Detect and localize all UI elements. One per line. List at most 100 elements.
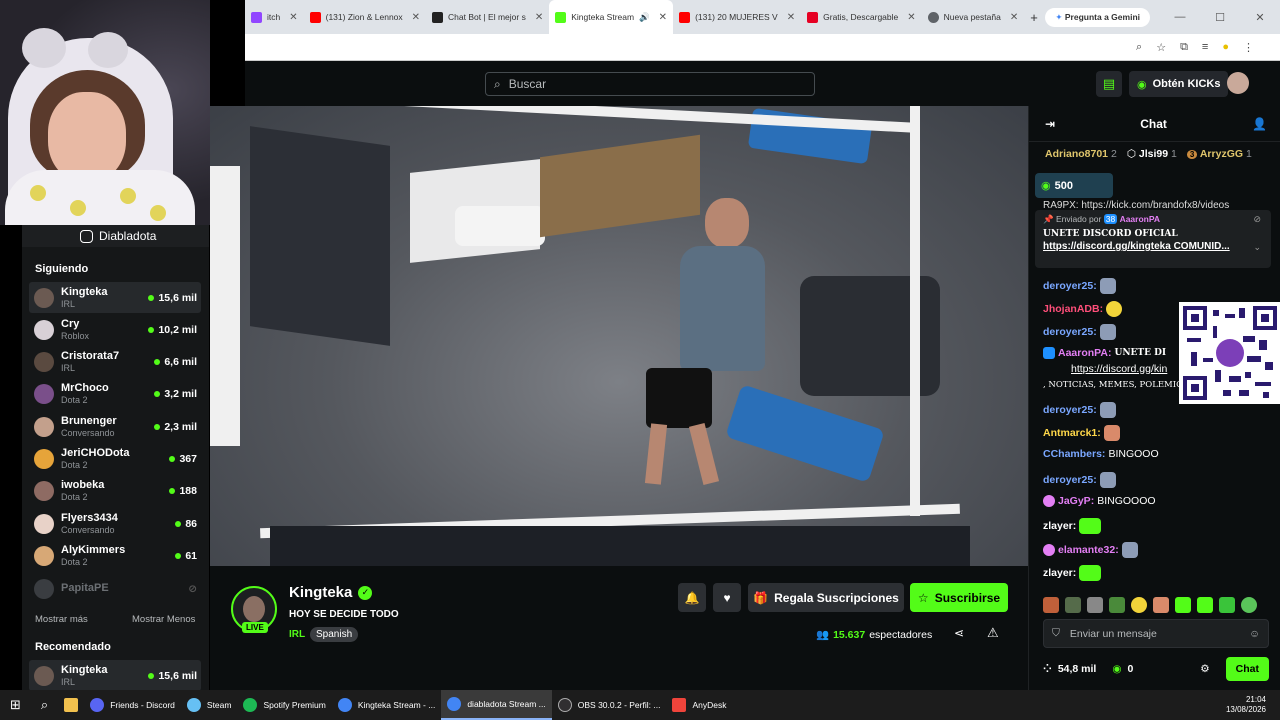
- sidebar-channel[interactable]: AlyKimmers Dota 2 61: [29, 540, 201, 571]
- sidebar-channel[interactable]: Flyers3434 Conversando 86: [29, 508, 201, 539]
- taskbar-item[interactable]: Spotify Premium: [237, 690, 331, 720]
- report-icon[interactable]: ⚠: [987, 625, 999, 641]
- show-less-link[interactable]: Mostrar Menos: [132, 614, 195, 625]
- language-tag[interactable]: Spanish: [310, 627, 359, 642]
- close-icon[interactable]: ✕: [907, 12, 915, 23]
- browser-tab[interactable]: Nueva pestaña ✕: [922, 0, 1025, 34]
- gifter[interactable]: ⬡ Jlsi99 1: [1127, 148, 1177, 160]
- close-icon[interactable]: ✕: [535, 12, 543, 23]
- close-icon[interactable]: ✕: [289, 12, 297, 23]
- browser-tab[interactable]: (131) Zion & Lennox ✕: [304, 0, 426, 34]
- emote-icon[interactable]: [1197, 597, 1213, 613]
- emote-icon[interactable]: [1153, 597, 1169, 613]
- file-explorer-icon[interactable]: [58, 690, 84, 720]
- hide-pin-icon[interactable]: ⊘: [1253, 214, 1261, 225]
- kicks-balance[interactable]: 0: [1128, 663, 1134, 675]
- browser-tab[interactable]: itch ✕: [245, 0, 304, 34]
- close-icon[interactable]: ✕: [1010, 12, 1018, 23]
- diamond-icon: ⬡: [1126, 148, 1136, 160]
- browser-tab[interactable]: Chat Bot | El mejor s ✕: [426, 0, 549, 34]
- media-controls-icon[interactable]: ≡: [1202, 41, 1208, 53]
- sidebar-recommended-channel[interactable]: Kingteka IRL 15,6 mil: [29, 660, 201, 691]
- system-clock[interactable]: 21:04 13/08/2026: [1226, 695, 1266, 716]
- new-tab-button[interactable]: +: [1024, 0, 1044, 34]
- pinned-message: 📌 Enviado por 38 AaaronPA UNETE DISCORD …: [1035, 210, 1271, 268]
- tab-favicon-icon: [432, 11, 444, 23]
- gifter[interactable]: Adriano8701 2: [1045, 148, 1117, 160]
- emote-icon: [1106, 301, 1123, 317]
- emote-icon[interactable]: [1219, 597, 1235, 613]
- kicks-coin-icon: ◉: [1137, 78, 1147, 91]
- maximize-icon[interactable]: ☐: [1200, 11, 1240, 24]
- gemini-button[interactable]: ✦ Pregunta a Gemini: [1045, 7, 1150, 27]
- user-avatar[interactable]: [1227, 72, 1249, 94]
- emote-icon[interactable]: [1131, 597, 1147, 613]
- show-more-link[interactable]: Mostrar más: [35, 614, 88, 625]
- taskbar-item[interactable]: OBS 30.0.2 - Perfil: ...: [552, 690, 667, 720]
- sidebar-channel[interactable]: iwobeka Dota 2 188: [29, 475, 201, 506]
- chat-message: deroyer25:: [1043, 472, 1116, 488]
- follow-button[interactable]: ♥: [713, 583, 741, 612]
- close-icon[interactable]: ✕: [659, 12, 667, 23]
- speaker-icon[interactable]: 🔊: [639, 12, 650, 23]
- emote-icon[interactable]: [1043, 597, 1059, 613]
- collapse-chat-icon[interactable]: ⇥: [1045, 117, 1055, 131]
- close-window-icon[interactable]: ✕: [1240, 11, 1280, 24]
- browser-menu-icon[interactable]: ⋮: [1243, 41, 1254, 54]
- gift-subs-button[interactable]: 🎁 Regala Suscripciones: [748, 583, 904, 612]
- streamer-name-row: Kingteka ✓: [289, 584, 373, 601]
- gifter[interactable]: 3 ArryzGG 1: [1186, 148, 1252, 160]
- emote-icon[interactable]: [1065, 597, 1081, 613]
- taskbar-item[interactable]: AnyDesk: [666, 690, 732, 720]
- get-kicks-button[interactable]: ◉ Obtén KICKs: [1129, 71, 1229, 97]
- sidebar-channel[interactable]: Cry Roblox 10,2 mil: [29, 314, 201, 345]
- emote-icon[interactable]: [1109, 597, 1125, 613]
- settings-gear-icon[interactable]: ⚙: [1200, 663, 1209, 675]
- pinned-link[interactable]: https://discord.gg/kingteka COMUNID...: [1043, 241, 1263, 252]
- chevron-down-icon[interactable]: ⌄: [1253, 242, 1261, 253]
- emote-bar: [1043, 597, 1257, 613]
- stream-category[interactable]: IRL: [289, 629, 305, 640]
- bookmark-star-icon[interactable]: ☆: [1156, 41, 1166, 54]
- sidebar-channel[interactable]: Brunenger Conversando 2,3 mil: [29, 411, 201, 442]
- search-icon[interactable]: ⌕: [31, 690, 58, 720]
- kicks-goal-counter[interactable]: ◉ 500: [1035, 173, 1113, 198]
- close-icon[interactable]: ✕: [787, 12, 795, 23]
- emote-icon[interactable]: [1175, 597, 1191, 613]
- close-icon[interactable]: ✕: [412, 12, 420, 23]
- video-player[interactable]: [210, 106, 1028, 566]
- notifications-button[interactable]: 🔔: [678, 583, 706, 612]
- browser-tab[interactable]: (131) 20 MUJERES V ✕: [673, 0, 801, 34]
- sidebar-channel[interactable]: MrChoco Dota 2 3,2 mil: [29, 378, 201, 409]
- taskbar-item[interactable]: Steam: [181, 690, 238, 720]
- minimize-icon[interactable]: —: [1160, 11, 1200, 23]
- send-chat-button[interactable]: Chat: [1225, 657, 1269, 681]
- browser-tab-active[interactable]: Kingteka Stream 🔊 ✕: [549, 0, 674, 34]
- emote-icon[interactable]: [1087, 597, 1103, 613]
- zoom-icon[interactable]: ⌕: [1136, 41, 1142, 54]
- emote-icon[interactable]: [1241, 597, 1257, 613]
- channel-points[interactable]: 54,8 mil: [1058, 663, 1097, 675]
- rank-badge: 3: [1186, 150, 1198, 159]
- chat-message-input[interactable]: ⛉ Enviar un mensaje ☺: [1043, 619, 1269, 648]
- extensions-icon[interactable]: ⧉: [1180, 41, 1188, 54]
- share-icon[interactable]: ⋖: [954, 626, 964, 640]
- subscribe-button[interactable]: ☆ Suscribirse: [910, 583, 1008, 612]
- store-icon[interactable]: ▤: [1096, 71, 1122, 97]
- sidebar-channel[interactable]: Kingteka IRL 15,6 mil: [29, 282, 201, 313]
- taskbar-item[interactable]: Kingteka Stream - ...: [332, 690, 441, 720]
- live-badge: LIVE: [242, 622, 268, 633]
- extension-icon[interactable]: ●: [1222, 41, 1229, 53]
- windows-start-icon[interactable]: ⊞: [0, 690, 31, 720]
- chat-users-icon[interactable]: 👤: [1252, 117, 1267, 131]
- live-dot-icon: [154, 423, 161, 430]
- sidebar-channel[interactable]: JeriCHODota Dota 2 367: [29, 443, 201, 474]
- sidebar-channel-offline[interactable]: PapitaPE ⊘: [29, 573, 201, 604]
- browser-tab[interactable]: Gratis, Descargable ✕: [801, 0, 922, 34]
- search-input[interactable]: ⌕ Buscar: [485, 72, 815, 96]
- emoji-icon[interactable]: ☺: [1249, 628, 1260, 640]
- taskbar-item[interactable]: Friends - Discord: [84, 690, 181, 720]
- sidebar-channel[interactable]: Cristorata7 IRL 6,6 mil: [29, 346, 201, 377]
- streamer-name[interactable]: Kingteka: [289, 584, 352, 601]
- taskbar-item-active[interactable]: diabladota Stream ...: [441, 690, 552, 720]
